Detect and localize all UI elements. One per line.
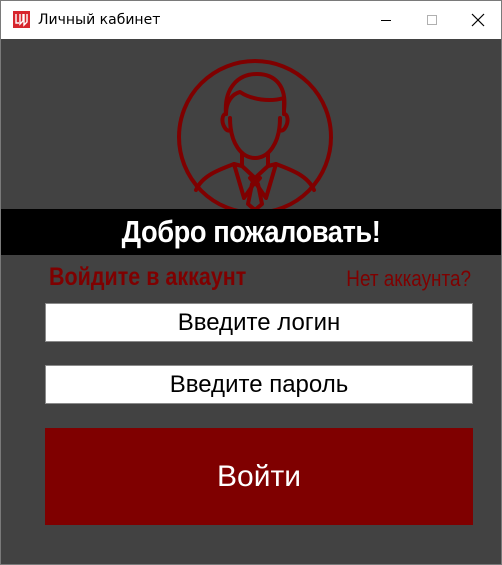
window-title: Личный кабинет — [38, 12, 161, 28]
welcome-banner: Добро пожаловать! — [1, 209, 501, 255]
lukoil-logo-icon — [13, 11, 30, 28]
register-link[interactable]: Нет аккаунта? — [346, 266, 471, 292]
password-input[interactable] — [45, 365, 473, 404]
title-bar[interactable]: Личный кабинет — [1, 1, 501, 39]
close-button[interactable] — [455, 1, 501, 39]
close-icon — [471, 13, 485, 27]
username-input[interactable] — [45, 303, 473, 342]
welcome-title: Добро пожаловать! — [121, 214, 381, 249]
minimize-icon — [381, 20, 391, 21]
maximize-icon — [427, 15, 437, 25]
maximize-button[interactable] — [409, 1, 455, 39]
app-window: Личный кабинет Добро пожаловать! Войдите… — [0, 0, 502, 565]
login-button[interactable]: Войти — [45, 428, 473, 525]
minimize-button[interactable] — [363, 1, 409, 39]
login-heading: Войдите в аккаунт — [49, 263, 247, 291]
user-avatar-icon — [177, 59, 333, 213]
